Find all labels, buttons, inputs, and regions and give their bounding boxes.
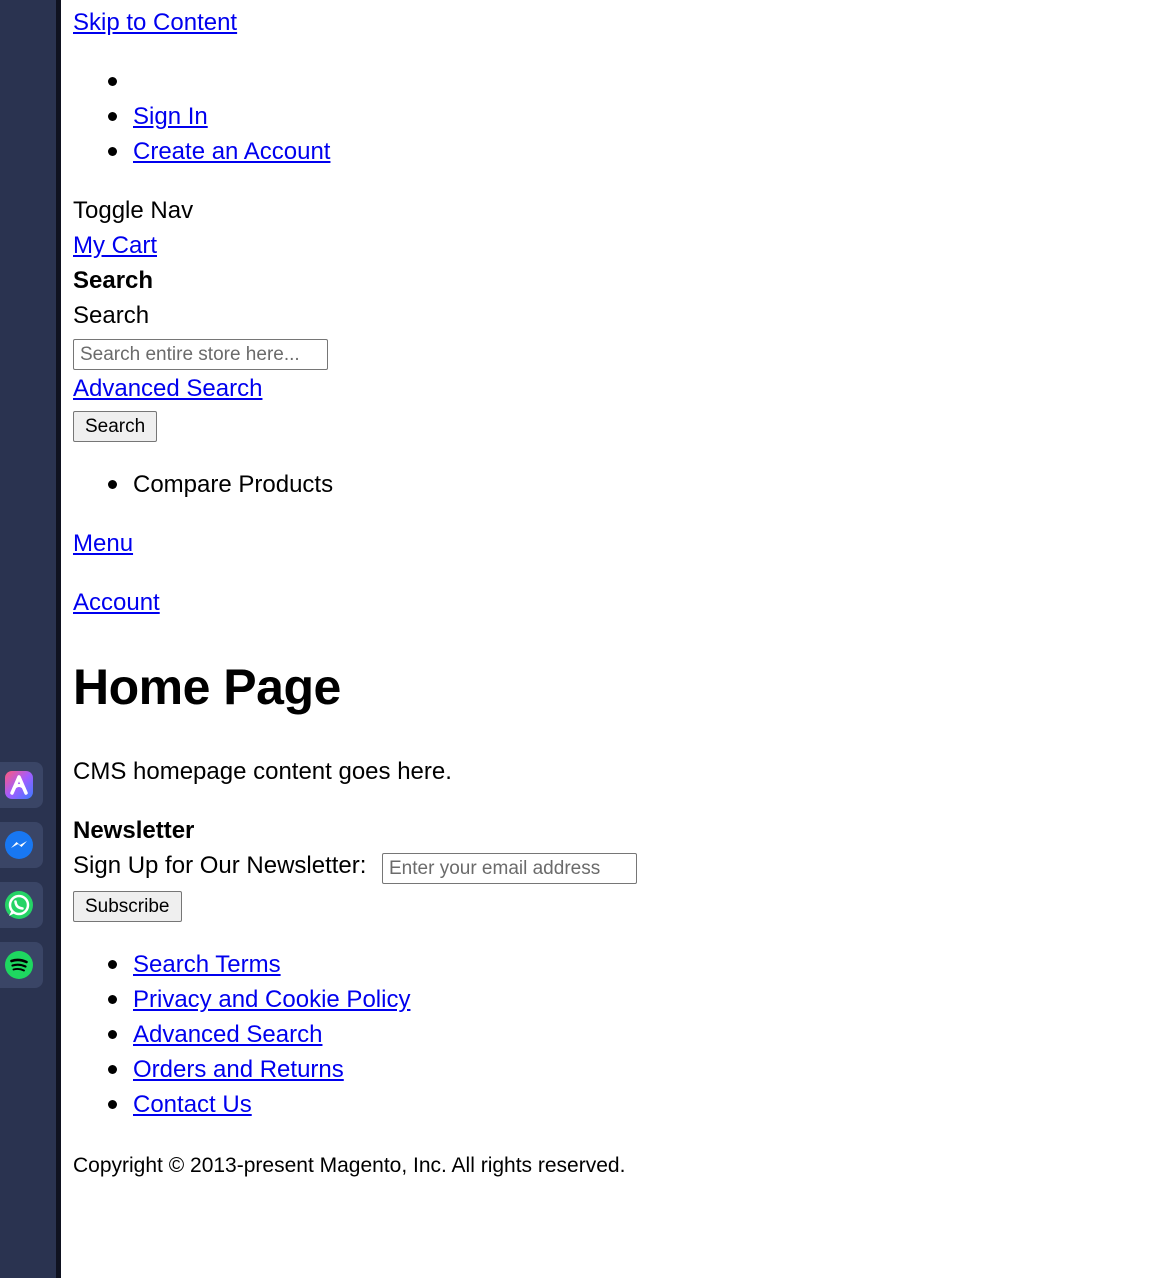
privacy-policy-link[interactable]: Privacy and Cookie Policy bbox=[133, 986, 410, 1014]
web-page: Skip to Content Sign In Create an Accoun… bbox=[73, 0, 1143, 1278]
list-bullet bbox=[108, 480, 117, 489]
dock-item-arc[interactable] bbox=[0, 762, 43, 808]
list-bullet bbox=[108, 1030, 117, 1039]
list-bullet bbox=[108, 1065, 117, 1074]
newsletter-email-input[interactable] bbox=[382, 853, 637, 884]
compare-products-item: Compare Products bbox=[133, 471, 334, 498]
cms-content: CMS homepage content goes here. bbox=[73, 758, 452, 785]
dock-item-whatsapp[interactable] bbox=[0, 882, 43, 928]
advanced-search-link[interactable]: Advanced Search bbox=[73, 375, 262, 403]
my-cart-link[interactable]: My Cart bbox=[73, 232, 157, 260]
list-bullet bbox=[108, 1100, 117, 1109]
copyright-text: Copyright © 2013-present Magento, Inc. A… bbox=[73, 1154, 626, 1177]
search-label: Search bbox=[73, 302, 150, 329]
footer-advanced-search-link[interactable]: Advanced Search bbox=[133, 1021, 322, 1049]
list-bullet bbox=[108, 995, 117, 1004]
search-input[interactable] bbox=[73, 339, 328, 370]
contact-us-link[interactable]: Contact Us bbox=[133, 1091, 252, 1119]
dock-item-spotify[interactable] bbox=[0, 942, 43, 988]
whatsapp-icon bbox=[4, 889, 35, 921]
window-edge bbox=[56, 0, 61, 1278]
app-dock bbox=[0, 0, 56, 1278]
list-bullet bbox=[108, 77, 117, 86]
spotify-icon bbox=[4, 949, 35, 981]
arc-app-icon bbox=[4, 769, 35, 801]
orders-returns-link[interactable]: Orders and Returns bbox=[133, 1056, 344, 1084]
menu-link[interactable]: Menu bbox=[73, 530, 133, 558]
account-link[interactable]: Account bbox=[73, 589, 160, 617]
search-terms-link[interactable]: Search Terms bbox=[133, 951, 281, 979]
page-title: Home Page bbox=[73, 659, 341, 715]
toggle-nav[interactable]: Toggle Nav bbox=[73, 197, 193, 225]
dock-item-messenger[interactable] bbox=[0, 822, 43, 868]
list-bullet bbox=[108, 112, 117, 121]
list-bullet bbox=[108, 147, 117, 156]
skip-to-content-link[interactable]: Skip to Content bbox=[73, 9, 237, 37]
search-button[interactable]: Search bbox=[73, 411, 158, 442]
search-heading: Search bbox=[73, 267, 154, 294]
newsletter-label: Sign Up for Our Newsletter: bbox=[73, 852, 367, 879]
newsletter-heading: Newsletter bbox=[73, 817, 195, 844]
sign-in-link[interactable]: Sign In bbox=[133, 103, 208, 131]
subscribe-button[interactable]: Subscribe bbox=[73, 891, 182, 922]
create-account-link[interactable]: Create an Account bbox=[133, 138, 330, 166]
list-bullet bbox=[108, 960, 117, 969]
messenger-icon bbox=[4, 829, 35, 861]
